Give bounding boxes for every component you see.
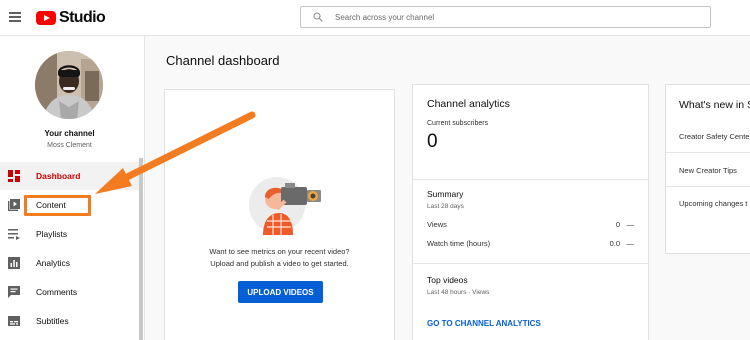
sidebar-item-dashboard[interactable]: Dashboard bbox=[0, 162, 139, 190]
sidebar-item-label: Dashboard bbox=[36, 171, 81, 181]
views-row: Views 0 — bbox=[427, 220, 634, 232]
dashboard-icon bbox=[8, 170, 20, 182]
channel-avatar[interactable] bbox=[35, 51, 103, 119]
sidebar-item-analytics[interactable]: Analytics bbox=[0, 249, 139, 277]
logo-text: Studio bbox=[59, 9, 106, 26]
summary-period: Last 28 days bbox=[427, 203, 464, 210]
page-title: Channel dashboard bbox=[166, 53, 280, 68]
sidebar-item-playlists[interactable]: Playlists bbox=[0, 220, 139, 248]
search-icon bbox=[313, 12, 323, 22]
youtube-studio-logo[interactable]: Studio bbox=[36, 9, 106, 27]
views-value: 0 bbox=[615, 220, 620, 229]
news-item-creator-safety[interactable]: Creator Safety Cente bbox=[679, 132, 749, 141]
channel-title: Your channel bbox=[44, 129, 95, 138]
sidebar-scrollbar[interactable] bbox=[139, 158, 143, 340]
content-highlight-box bbox=[24, 195, 91, 216]
comments-icon bbox=[8, 286, 20, 298]
sidebar-item-subtitles[interactable]: Subtitles bbox=[0, 307, 139, 335]
playlists-icon bbox=[8, 229, 20, 240]
summary-title: Summary bbox=[427, 189, 464, 199]
youtube-play-icon bbox=[36, 11, 56, 25]
watch-time-value: 0.0 bbox=[609, 239, 620, 248]
analytics-card-title: Channel analytics bbox=[427, 98, 510, 110]
subscribers-label: Current subscribers bbox=[427, 120, 489, 127]
news-item-upcoming-changes[interactable]: Upcoming changes t bbox=[679, 199, 747, 208]
views-delta: — bbox=[626, 220, 635, 229]
divider bbox=[413, 263, 648, 264]
sidebar-item-comments[interactable]: Comments bbox=[0, 278, 139, 306]
content-icon bbox=[8, 199, 20, 211]
sidebar-item-label: Analytics bbox=[36, 258, 71, 268]
whats-new-card: What's new in S Creator Safety Cente New… bbox=[665, 84, 750, 254]
divider bbox=[413, 179, 648, 180]
watch-time-row: Watch time (hours) 0.0 — bbox=[427, 239, 634, 251]
upload-prompt-line2: Upload and publish a video to get starte… bbox=[210, 259, 349, 268]
watch-time-label: Watch time (hours) bbox=[427, 239, 491, 248]
upload-prompt-line1: Want to see metrics on your recent video… bbox=[209, 247, 350, 256]
top-bar: Studio bbox=[0, 0, 750, 36]
upload-videos-button[interactable]: UPLOAD VIDEOS bbox=[238, 281, 323, 303]
upload-video-card: Want to see metrics on your recent video… bbox=[164, 89, 395, 340]
analytics-icon bbox=[8, 257, 20, 269]
divider bbox=[666, 186, 750, 187]
search-box[interactable] bbox=[300, 6, 711, 28]
top-videos-period: Last 48 hours · Views bbox=[427, 289, 490, 296]
sidebar-item-label: Playlists bbox=[36, 229, 68, 239]
sidebar-item-label: Subtitles bbox=[36, 316, 69, 326]
subtitles-icon bbox=[8, 316, 20, 326]
views-label: Views bbox=[427, 220, 447, 229]
watch-time-delta: — bbox=[626, 239, 635, 248]
news-item-creator-tips[interactable]: New Creator Tips bbox=[679, 166, 737, 175]
camera-person-illustration bbox=[249, 177, 321, 235]
channel-analytics-card: Channel analytics Current subscribers 0 … bbox=[412, 84, 649, 340]
channel-name: Moss Clement bbox=[47, 142, 92, 149]
go-to-channel-analytics-link[interactable]: GO TO CHANNEL ANALYTICS bbox=[427, 319, 541, 328]
divider bbox=[666, 152, 750, 153]
menu-icon[interactable] bbox=[9, 12, 21, 22]
whats-new-title: What's new in S bbox=[679, 99, 750, 111]
top-videos-title: Top videos bbox=[427, 275, 468, 285]
subscribers-count: 0 bbox=[427, 131, 438, 152]
sidebar-item-label: Comments bbox=[36, 287, 78, 297]
search-input[interactable] bbox=[335, 10, 695, 24]
sidebar: Your channel Moss Clement Dashboard Cont… bbox=[0, 36, 145, 340]
